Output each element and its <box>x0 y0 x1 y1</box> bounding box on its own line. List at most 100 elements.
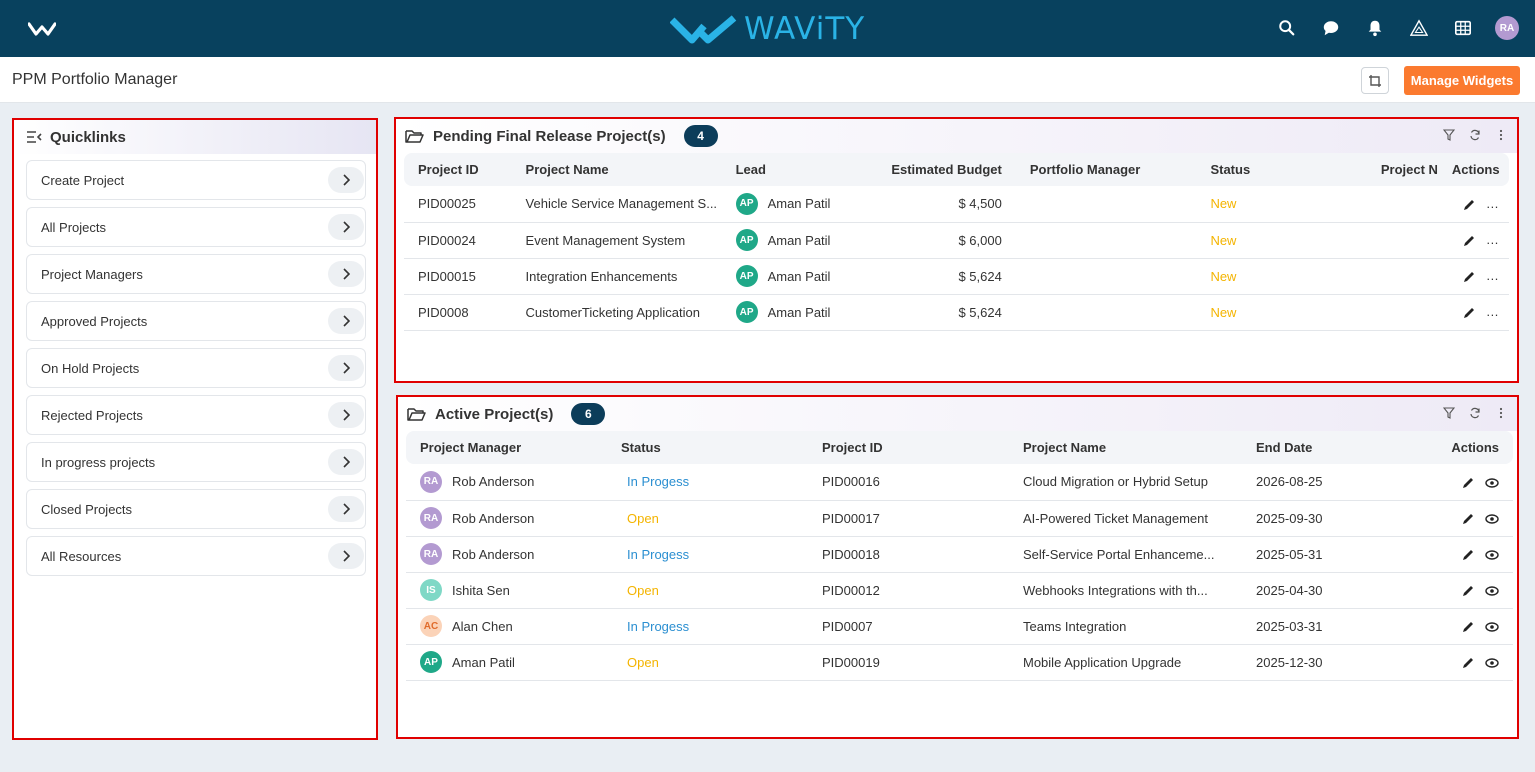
project-id: PID00018 <box>808 536 1009 573</box>
edit-icon[interactable] <box>1461 656 1475 670</box>
column-header[interactable]: Project Name <box>1009 431 1242 464</box>
quicklink-project-managers[interactable]: Project Managers <box>26 254 366 294</box>
table-row[interactable]: RA Rob Anderson In Progess PID00016 Cloud… <box>406 464 1513 501</box>
brand-logo-icon <box>670 15 737 44</box>
collapse-menu-icon[interactable] <box>26 130 42 144</box>
portfolio-manager <box>1015 258 1197 295</box>
column-header[interactable]: Project ID <box>808 431 1009 464</box>
avatar: AP <box>735 229 758 251</box>
portfolio-manager <box>1015 222 1197 259</box>
top-navbar: WAViTY RA <box>0 0 1535 57</box>
wavity-mark-icon[interactable] <box>28 21 56 37</box>
table-row[interactable]: PID00025 Vehicle Service Management S...… <box>404 186 1509 223</box>
status-label: In Progess <box>607 608 808 645</box>
quicklink-label: On Hold Projects <box>41 360 140 376</box>
column-header[interactable]: End Date <box>1242 431 1402 464</box>
project-id: PID0007 <box>808 608 1009 645</box>
avatar: RA <box>420 543 442 565</box>
user-avatar[interactable]: RA <box>1495 16 1519 40</box>
column-header[interactable]: Status <box>607 431 808 464</box>
column-header: Actions <box>1451 162 1500 177</box>
more-vertical-icon[interactable] <box>1495 407 1507 419</box>
filter-icon[interactable] <box>1443 407 1455 419</box>
active-projects-table: Project Manager Status Project ID Projec… <box>406 431 1513 681</box>
project-name: Teams Integration <box>1009 608 1242 645</box>
table-row[interactable]: IS Ishita Sen Open PID00012 Webhooks Inte… <box>406 572 1513 609</box>
chevron-right-icon[interactable] <box>328 214 364 240</box>
more-vertical-icon[interactable] <box>1495 129 1507 141</box>
edit-icon[interactable] <box>1462 306 1476 320</box>
edit-icon[interactable] <box>1462 198 1476 212</box>
quicklink-in-progress-projects[interactable]: In progress projects <box>26 442 366 482</box>
edit-icon[interactable] <box>1461 512 1475 526</box>
chevron-right-icon[interactable] <box>328 355 364 381</box>
column-header[interactable]: Project Manager <box>406 431 607 464</box>
chat-icon[interactable] <box>1319 16 1343 40</box>
view-eye-icon[interactable] <box>1485 476 1499 490</box>
status-label: Open <box>607 572 808 609</box>
column-header[interactable]: Portfolio Manager <box>1016 153 1197 186</box>
refresh-icon[interactable] <box>1469 407 1481 419</box>
quicklink-closed-projects[interactable]: Closed Projects <box>26 489 366 529</box>
chevron-right-icon[interactable] <box>328 308 364 334</box>
chevron-right-icon[interactable] <box>328 261 364 287</box>
quicklink-all-resources[interactable]: All Resources <box>26 536 366 576</box>
edit-icon[interactable] <box>1462 234 1476 248</box>
table-row[interactable]: PID0008 CustomerTicketing Application AP… <box>404 294 1509 331</box>
table-row[interactable]: RA Rob Anderson In Progess PID00018 Self-… <box>406 536 1513 573</box>
view-eye-icon[interactable] <box>1485 548 1499 562</box>
quicklink-rejected-projects[interactable]: Rejected Projects <box>26 395 366 435</box>
view-eye-icon[interactable] <box>1485 656 1499 670</box>
edit-icon[interactable] <box>1461 548 1475 562</box>
refresh-icon[interactable] <box>1469 129 1481 141</box>
column-header[interactable]: Project Name <box>512 153 722 186</box>
status-label: Open <box>607 644 808 681</box>
table-row[interactable]: PID00015 Integration Enhancements AP Aman… <box>404 258 1509 295</box>
table-row[interactable]: AC Alan Chen In Progess PID0007 Teams Int… <box>406 608 1513 645</box>
table-row[interactable]: RA Rob Anderson Open PID00017 AI-Powered … <box>406 500 1513 537</box>
quicklink-label: Rejected Projects <box>41 407 143 423</box>
quicklink-on-hold-projects[interactable]: On Hold Projects <box>26 348 366 388</box>
pending-release-widget: Pending Final Release Project(s) 4 Proje… <box>394 117 1519 383</box>
chevron-right-icon[interactable] <box>328 402 364 428</box>
filter-icon[interactable] <box>1443 129 1455 141</box>
page-title: PPM Portfolio Manager <box>12 71 178 88</box>
table-row[interactable]: PID00024 Event Management System AP Aman … <box>404 222 1509 259</box>
column-header[interactable]: Project ID <box>404 153 512 186</box>
quicklink-all-projects[interactable]: All Projects <box>26 207 366 247</box>
chevron-right-icon[interactable] <box>328 167 364 193</box>
column-header[interactable]: Estimated Budget <box>848 153 1015 186</box>
view-eye-icon[interactable] <box>1485 584 1499 598</box>
project-name: AI-Powered Ticket Management <box>1009 500 1242 537</box>
manage-widgets-button[interactable]: Manage Widgets <box>1404 66 1520 95</box>
project-id: PID0008 <box>404 294 512 331</box>
edit-icon[interactable] <box>1461 620 1475 634</box>
search-icon[interactable] <box>1275 16 1299 40</box>
edit-icon[interactable] <box>1461 584 1475 598</box>
quicklink-label: Create Project <box>41 172 125 188</box>
bell-icon[interactable] <box>1363 16 1387 40</box>
chevron-right-icon[interactable] <box>328 449 364 475</box>
edit-icon[interactable] <box>1461 476 1475 490</box>
column-header[interactable]: Project N <box>1359 153 1438 186</box>
widget-header: Active Project(s) 6 <box>398 397 1517 431</box>
avatar: AP <box>420 651 442 673</box>
view-eye-icon[interactable] <box>1485 512 1499 526</box>
estimated-budget: $ 6,000 <box>848 222 1016 259</box>
triangle-icon[interactable] <box>1407 16 1431 40</box>
table-row[interactable]: AP Aman Patil Open PID00019 Mobile Applic… <box>406 644 1513 681</box>
view-eye-icon[interactable] <box>1485 620 1499 634</box>
column-header[interactable]: Status <box>1196 153 1358 186</box>
crop-button[interactable] <box>1361 67 1389 94</box>
grid-icon[interactable] <box>1451 16 1475 40</box>
quicklink-create-project[interactable]: Create Project <box>26 160 366 200</box>
edit-icon[interactable] <box>1462 270 1476 284</box>
column-header[interactable]: Lead <box>722 153 849 186</box>
status-label: New <box>1196 222 1359 259</box>
chevron-right-icon[interactable] <box>328 496 364 522</box>
quicklinks-title: Quicklinks <box>50 128 126 146</box>
end-date: 2025-03-31 <box>1242 608 1402 645</box>
brand-name: WAViTY <box>744 11 866 47</box>
chevron-right-icon[interactable] <box>328 543 364 569</box>
quicklink-approved-projects[interactable]: Approved Projects <box>26 301 366 341</box>
